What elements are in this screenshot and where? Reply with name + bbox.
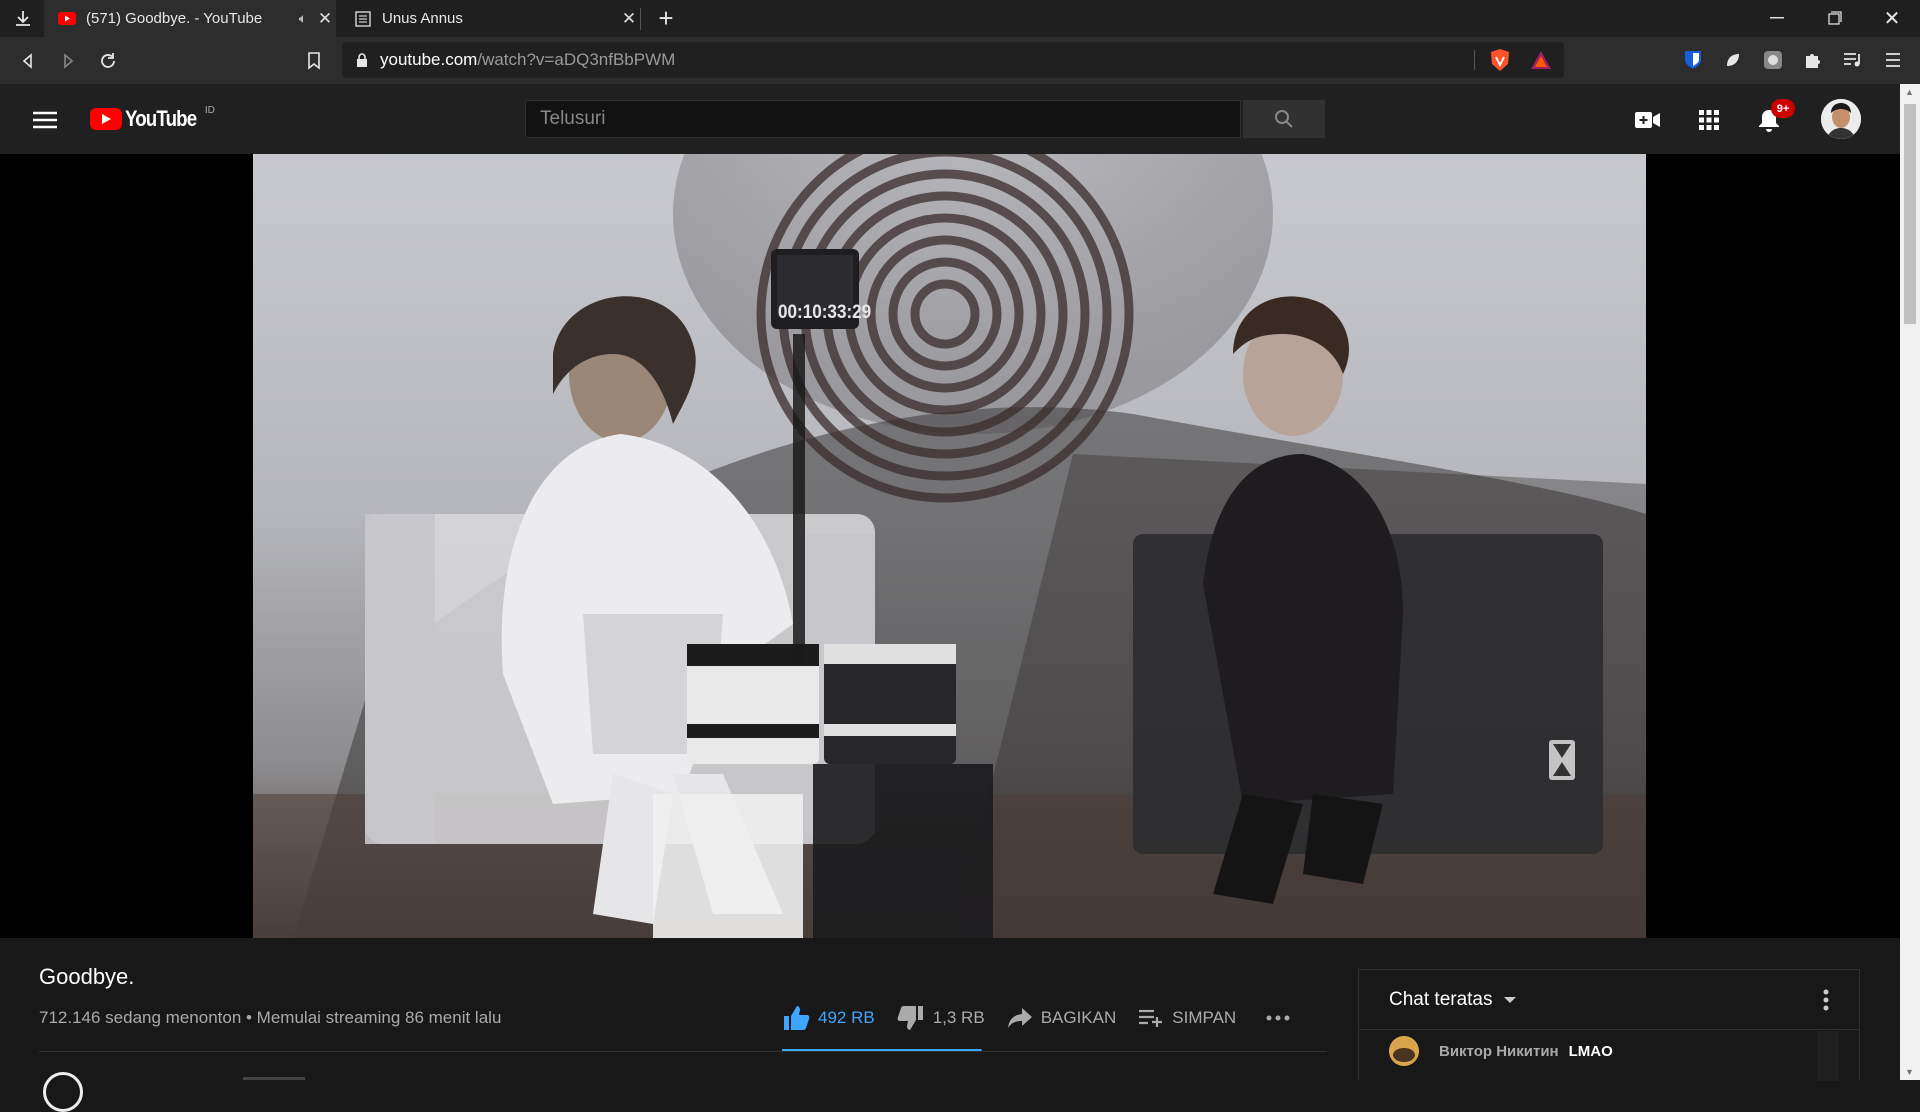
video-content [253,154,1646,938]
scroll-up-icon[interactable]: ▲ [1905,87,1914,97]
live-chat-panel: Chat teratas Виктор Никитин LMAO [1358,969,1860,1081]
browser-tab-bar: (571) Goodbye. - YouTube 🔈︎ ✕ Unus Annus… [0,0,1920,37]
apps-grid-icon[interactable] [1693,104,1725,136]
chat-mode-label[interactable]: Chat teratas [1389,989,1493,1011]
extensions-puzzle-icon[interactable] [1800,47,1826,73]
search-icon [1275,110,1293,128]
close-tab-icon[interactable]: ✕ [618,9,640,29]
thumbs-up-icon [784,1006,810,1030]
share-icon [1007,1008,1032,1028]
browser-toolbar: youtube.com/watch?v=aDQ3nfBbPWM [0,37,1920,84]
reload-icon[interactable] [94,47,122,75]
search-input[interactable] [526,108,1240,130]
search-button[interactable] [1243,100,1325,138]
share-label: BAGIKAN [1040,1008,1117,1027]
extension-square-icon[interactable] [1760,47,1786,73]
like-button[interactable]: 492 RB [782,1005,875,1031]
address-bar[interactable]: youtube.com/watch?v=aDQ3nfBbPWM [342,42,1564,78]
create-video-icon[interactable] [1632,104,1664,136]
more-horizontal-icon [1266,1015,1290,1021]
scroll-down-icon[interactable]: ▼ [1905,1067,1914,1077]
url-text: youtube.com/watch?v=aDQ3nfBbPWM [380,50,676,69]
url-divider [1474,50,1475,70]
close-window-icon[interactable]: ✕ [1872,4,1912,32]
playlist-add-icon [1139,1009,1163,1027]
extension-leaf-icon[interactable] [1720,47,1746,73]
menu-icon[interactable] [1880,47,1906,73]
media-queue-icon[interactable] [1840,47,1866,73]
scrollbar-thumb[interactable] [1904,104,1916,324]
youtube-favicon-icon [58,10,76,28]
dislike-count: 1,3 RB [932,1008,985,1027]
download-icon[interactable] [10,6,36,32]
avatar[interactable] [1821,99,1861,139]
back-icon[interactable] [14,47,42,75]
close-tab-icon[interactable]: ✕ [314,9,336,29]
more-actions-button[interactable] [1266,1015,1298,1021]
thumbs-down-icon [897,1006,923,1030]
unus-annus-favicon-icon [354,10,372,28]
restore-icon[interactable] [1815,4,1855,32]
video-info-section: Goodbye. 712.146 sedang menonton • Memul… [0,938,1900,1112]
countdown-timer: 00:10:33:29 [778,302,872,323]
dislike-button[interactable]: 1,3 RB [897,1005,985,1031]
chat-author: Виктор Никитин [1439,1042,1559,1060]
chat-more-icon[interactable] [1823,989,1829,1011]
video-title: Goodbye. [39,964,135,989]
dropdown-arrow-icon[interactable] [1503,996,1517,1004]
video-meta: 712.146 sedang menonton • Memulai stream… [39,1008,502,1027]
youtube-logo-text: YouTube [125,106,197,131]
channel-avatar-partial [43,1072,83,1112]
like-count: 492 RB [818,1008,875,1027]
chat-header[interactable]: Chat teratas [1359,970,1859,1030]
chat-message[interactable]: Виктор Никитин LMAO [1359,1030,1859,1072]
lock-icon[interactable] [356,52,368,68]
country-code: ID [204,104,215,116]
chat-text: LMAO [1568,1042,1613,1060]
brave-shield-icon[interactable] [1489,48,1511,77]
tab-youtube[interactable]: (571) Goodbye. - YouTube 🔈︎ ✕ [44,0,336,37]
chat-scrollbar[interactable] [1817,1031,1839,1081]
bookmark-icon[interactable] [300,47,328,75]
youtube-logo-icon [90,108,122,130]
info-divider [39,1051,1327,1052]
youtube-logo[interactable]: YouTube ID [90,104,215,132]
brave-rewards-icon[interactable] [1530,50,1552,75]
forward-icon[interactable] [54,47,82,75]
bitwarden-icon[interactable] [1680,47,1706,73]
speaker-icon[interactable]: 🔈︎ [292,10,314,27]
new-tab-icon[interactable]: + [652,3,680,33]
video-frame[interactable]: 00:10:33:29 [253,154,1646,938]
minimize-icon[interactable] [1757,4,1797,32]
save-button[interactable]: SIMPAN [1138,1008,1236,1028]
tab-unus-annus[interactable]: Unus Annus ✕ [340,0,640,37]
chat-author-avatar [1389,1036,1419,1066]
guide-menu-icon[interactable] [30,105,60,135]
tab-title: Unus Annus [382,10,463,27]
save-label: SIMPAN [1172,1008,1237,1027]
video-actions: 492 RB 1,3 RB BAGIKAN SIMPAN [782,994,1320,1042]
tab-title: (571) Goodbye. - YouTube [86,10,263,27]
video-player[interactable]: 00:10:33:29 [0,154,1900,938]
page-scrollbar[interactable]: ▲ ▼ [1900,84,1920,1080]
search-box[interactable] [525,100,1241,138]
share-button[interactable]: BAGIKAN [1007,1007,1117,1029]
tab-divider [640,8,641,30]
notification-badge: 9+ [1771,99,1795,118]
youtube-header: YouTube ID 9+ [0,84,1900,154]
